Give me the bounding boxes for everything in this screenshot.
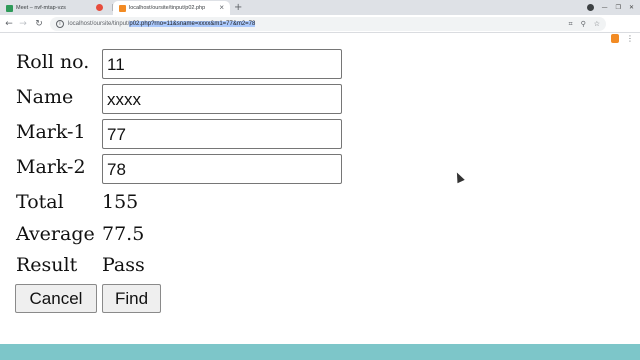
meet-favicon-icon [6,4,13,12]
tab-title: localhost/oursite/tinput/p02.php [129,5,206,11]
tab-localhost[interactable]: localhost/oursite/tinput/p02.php × [113,1,230,15]
qr-icon[interactable]: ⌗ [569,19,573,29]
close-window-icon[interactable]: ✕ [629,4,634,12]
page-content: Roll no. 11 Name xxxx Mark-1 77 Mark-2 7… [0,34,640,344]
zoom-icon[interactable]: ⚲ [581,19,586,29]
mouse-cursor-icon [453,170,465,184]
result-value: Pass [102,254,145,276]
result-label: Result [16,254,78,276]
address-bar-icons: ⌗ ⚲ ☆ [569,19,600,29]
address-bar[interactable]: i localhost/oursite/tinput/p02.php?rno=1… [50,17,606,31]
cancel-button[interactable]: Cancel [15,284,97,313]
mark2-input[interactable]: 78 [102,154,342,184]
browser-toolbar: ← → ↻ i localhost/oursite/tinput/p02.php… [0,15,640,43]
rollno-label: Roll no. [16,51,90,73]
recording-indicator-icon [96,4,103,11]
mark2-label: Mark-2 [16,156,86,178]
tab-strip: Meet – nvf-mtap-vzs localhost/oursite/ti… [0,0,640,15]
tab-meet[interactable]: Meet – nvf-mtap-vzs [0,1,113,15]
forward-icon[interactable]: → [17,18,29,30]
total-value: 155 [102,191,139,213]
minimize-icon[interactable]: — [602,4,608,12]
reload-icon[interactable]: ↻ [33,18,45,30]
tab-title: Meet – nvf-mtap-vzs [16,5,66,11]
average-label: Average [16,223,95,245]
total-label: Total [16,191,64,213]
new-tab-button[interactable]: + [234,1,242,14]
url-text[interactable]: localhost/oursite/tinput/p02.php?rno=11&… [68,20,256,28]
maximize-icon[interactable]: ❐ [616,4,621,12]
name-label: Name [16,86,74,108]
back-icon[interactable]: ← [3,18,15,30]
profile-icon[interactable] [586,4,594,11]
find-button[interactable]: Find [102,284,161,313]
average-value: 77.5 [102,223,145,245]
bottom-bar [0,344,640,360]
info-icon[interactable]: i [56,20,64,28]
name-input[interactable]: xxxx [102,84,342,114]
star-icon[interactable]: ☆ [594,19,600,29]
close-tab-icon[interactable]: × [219,2,224,14]
mark1-label: Mark-1 [16,121,86,143]
rollno-input[interactable]: 11 [102,49,342,79]
page-favicon-icon [119,4,126,12]
mark1-input[interactable]: 77 [102,119,342,149]
window-controls: — ❐ ✕ [586,1,634,14]
